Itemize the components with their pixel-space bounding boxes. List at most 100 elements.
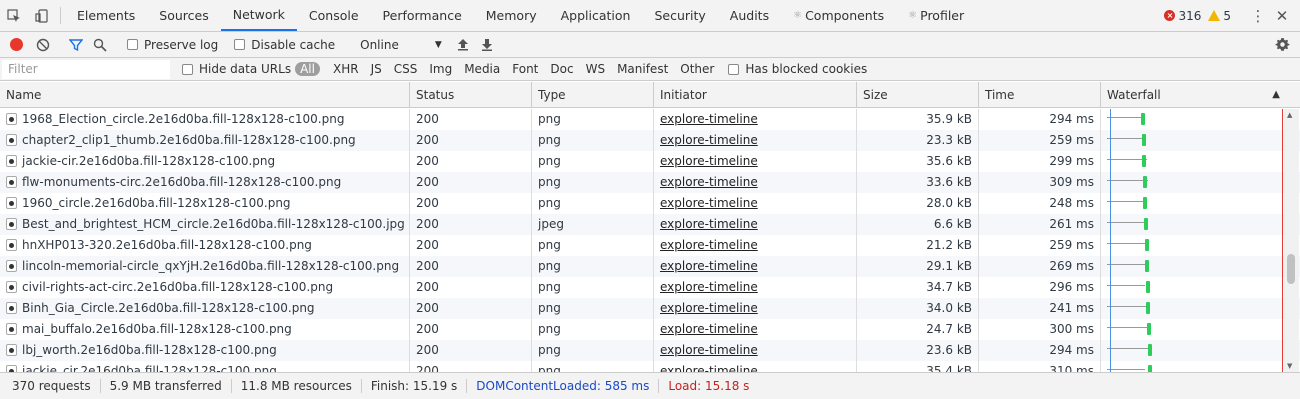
- table-row[interactable]: Best_and_brightest_HCM_circle.2e16d0ba.f…: [0, 214, 1300, 235]
- more-options-icon[interactable]: ⋮: [1246, 7, 1270, 25]
- filter-input[interactable]: [2, 59, 170, 79]
- checkbox-box[interactable]: [234, 39, 246, 50]
- request-count: 370 requests: [0, 379, 101, 393]
- request-size: 24.7 kB: [857, 319, 979, 340]
- table-row[interactable]: jackie-cir.2e16d0ba.fill-128x128-c100.pn…: [0, 151, 1300, 172]
- type-filter-all[interactable]: All: [295, 62, 320, 76]
- request-initiator-text: explore-timeline: [660, 343, 758, 357]
- request-time: 296 ms: [979, 277, 1101, 298]
- request-initiator[interactable]: explore-timeline: [654, 193, 857, 214]
- request-type-text: png: [538, 154, 561, 168]
- preserve-log-checkbox[interactable]: Preserve log: [127, 38, 218, 52]
- request-type-text: png: [538, 175, 561, 189]
- table-row[interactable]: 1968_Election_circle.2e16d0ba.fill-128x1…: [0, 109, 1300, 130]
- search-icon[interactable]: [88, 34, 112, 56]
- column-header-time[interactable]: Time: [979, 82, 1101, 108]
- request-initiator[interactable]: explore-timeline: [654, 214, 857, 235]
- scroll-up-icon[interactable]: ▲: [1287, 111, 1292, 119]
- column-header-name[interactable]: Name: [0, 82, 410, 108]
- device-toolbar-icon[interactable]: [28, 0, 56, 31]
- table-row[interactable]: hnXHP013-320.2e16d0ba.fill-128x128-c100.…: [0, 235, 1300, 256]
- request-initiator[interactable]: explore-timeline: [654, 361, 857, 372]
- request-initiator[interactable]: explore-timeline: [654, 256, 857, 277]
- column-header-size[interactable]: Size: [857, 82, 979, 108]
- filter-icon[interactable]: [64, 34, 88, 56]
- type-filter-css[interactable]: CSS: [390, 62, 422, 76]
- request-name-text: chapter2_clip1_thumb.2e16d0ba.fill-128x1…: [22, 133, 356, 147]
- close-devtools-icon[interactable]: ✕: [1270, 7, 1294, 25]
- waterfall-cell: [1101, 172, 1288, 193]
- column-header-status[interactable]: Status: [410, 82, 532, 108]
- table-row[interactable]: civil-rights-act-circ.2e16d0ba.fill-128x…: [0, 277, 1300, 298]
- scrollbar-thumb[interactable]: [1287, 254, 1295, 284]
- tab-components[interactable]: ⚛ Components: [781, 0, 896, 31]
- table-row[interactable]: jackie_cir.2e16d0ba.fill-128x128-c100.pn…: [0, 361, 1300, 372]
- request-initiator[interactable]: explore-timeline: [654, 235, 857, 256]
- request-initiator[interactable]: explore-timeline: [654, 130, 857, 151]
- tab-network[interactable]: Network: [220, 0, 297, 31]
- request-name: jackie-cir.2e16d0ba.fill-128x128-c100.pn…: [0, 151, 410, 172]
- request-initiator[interactable]: explore-timeline: [654, 319, 857, 340]
- table-scrollbar[interactable]: ▲ ▼: [1284, 109, 1299, 372]
- request-initiator[interactable]: explore-timeline: [654, 172, 857, 193]
- request-initiator-text: explore-timeline: [660, 364, 758, 372]
- image-file-icon: [6, 344, 17, 356]
- column-header-initiator[interactable]: Initiator: [654, 82, 857, 108]
- request-size: 34.0 kB: [857, 298, 979, 319]
- type-filter-doc[interactable]: Doc: [546, 62, 577, 76]
- disable-cache-checkbox[interactable]: Disable cache: [234, 38, 335, 52]
- type-filter-img[interactable]: Img: [425, 62, 456, 76]
- tab-audits[interactable]: Audits: [718, 0, 781, 31]
- tab-elements[interactable]: Elements: [65, 0, 147, 31]
- tab-security[interactable]: Security: [642, 0, 717, 31]
- inspect-element-icon[interactable]: [0, 0, 28, 31]
- request-initiator[interactable]: explore-timeline: [654, 277, 857, 298]
- import-har-icon[interactable]: [451, 34, 475, 56]
- tab-profiler[interactable]: ⚛ Profiler: [896, 0, 976, 31]
- tab-sources[interactable]: Sources: [147, 0, 220, 31]
- request-initiator-text: explore-timeline: [660, 154, 758, 168]
- export-har-icon[interactable]: [475, 34, 499, 56]
- type-filter-manifest[interactable]: Manifest: [613, 62, 672, 76]
- clear-icon[interactable]: [31, 34, 55, 56]
- throttling-select[interactable]: Online ▼: [360, 38, 442, 52]
- checkbox-box[interactable]: [182, 63, 193, 75]
- table-row[interactable]: 1960_circle.2e16d0ba.fill-128x128-c100.p…: [0, 193, 1300, 214]
- request-type-text: jpeg: [538, 217, 564, 231]
- tab-application[interactable]: Application: [549, 0, 643, 31]
- request-time: 310 ms: [979, 361, 1101, 372]
- type-filter-font[interactable]: Font: [508, 62, 542, 76]
- table-row[interactable]: chapter2_clip1_thumb.2e16d0ba.fill-128x1…: [0, 130, 1300, 151]
- issue-counter[interactable]: × 316 5: [1164, 9, 1231, 23]
- type-filter-xhr[interactable]: XHR: [329, 62, 363, 76]
- checkbox-box[interactable]: [127, 39, 138, 50]
- request-initiator[interactable]: explore-timeline: [654, 109, 857, 130]
- tab-performance[interactable]: Performance: [371, 0, 474, 31]
- hide-data-urls-checkbox[interactable]: Hide data URLs: [182, 62, 291, 76]
- table-row[interactable]: lincoln-memorial-circle_qxYjH.2e16d0ba.f…: [0, 256, 1300, 277]
- type-filter-js[interactable]: JS: [367, 62, 386, 76]
- request-size-text: 6.6 kB: [933, 217, 972, 231]
- table-row[interactable]: lbj_worth.2e16d0ba.fill-128x128-c100.png…: [0, 340, 1300, 361]
- throttling-value: Online: [360, 37, 399, 52]
- table-row[interactable]: mai_buffalo.2e16d0ba.fill-128x128-c100.p…: [0, 319, 1300, 340]
- blocked-cookies-checkbox[interactable]: Has blocked cookies: [728, 62, 867, 76]
- tab-memory[interactable]: Memory: [474, 0, 549, 31]
- scroll-down-icon[interactable]: ▼: [1287, 362, 1292, 370]
- checkbox-box[interactable]: [728, 63, 740, 75]
- column-header-waterfall[interactable]: Waterfall: [1101, 82, 1288, 108]
- table-row[interactable]: Binh_Gia_Circle.2e16d0ba.fill-128x128-c1…: [0, 298, 1300, 319]
- type-filter-media[interactable]: Media: [460, 62, 504, 76]
- request-time-text: 259 ms: [1049, 238, 1094, 252]
- request-initiator[interactable]: explore-timeline: [654, 340, 857, 361]
- type-filter-ws[interactable]: WS: [582, 62, 609, 76]
- column-header-type[interactable]: Type: [532, 82, 654, 108]
- request-time: 248 ms: [979, 193, 1101, 214]
- table-row[interactable]: flw-monuments-circ.2e16d0ba.fill-128x128…: [0, 172, 1300, 193]
- request-initiator[interactable]: explore-timeline: [654, 151, 857, 172]
- type-filter-other[interactable]: Other: [676, 62, 718, 76]
- tab-console[interactable]: Console: [297, 0, 371, 31]
- gear-icon[interactable]: [1270, 34, 1294, 56]
- record-button[interactable]: [10, 38, 23, 51]
- request-initiator[interactable]: explore-timeline: [654, 298, 857, 319]
